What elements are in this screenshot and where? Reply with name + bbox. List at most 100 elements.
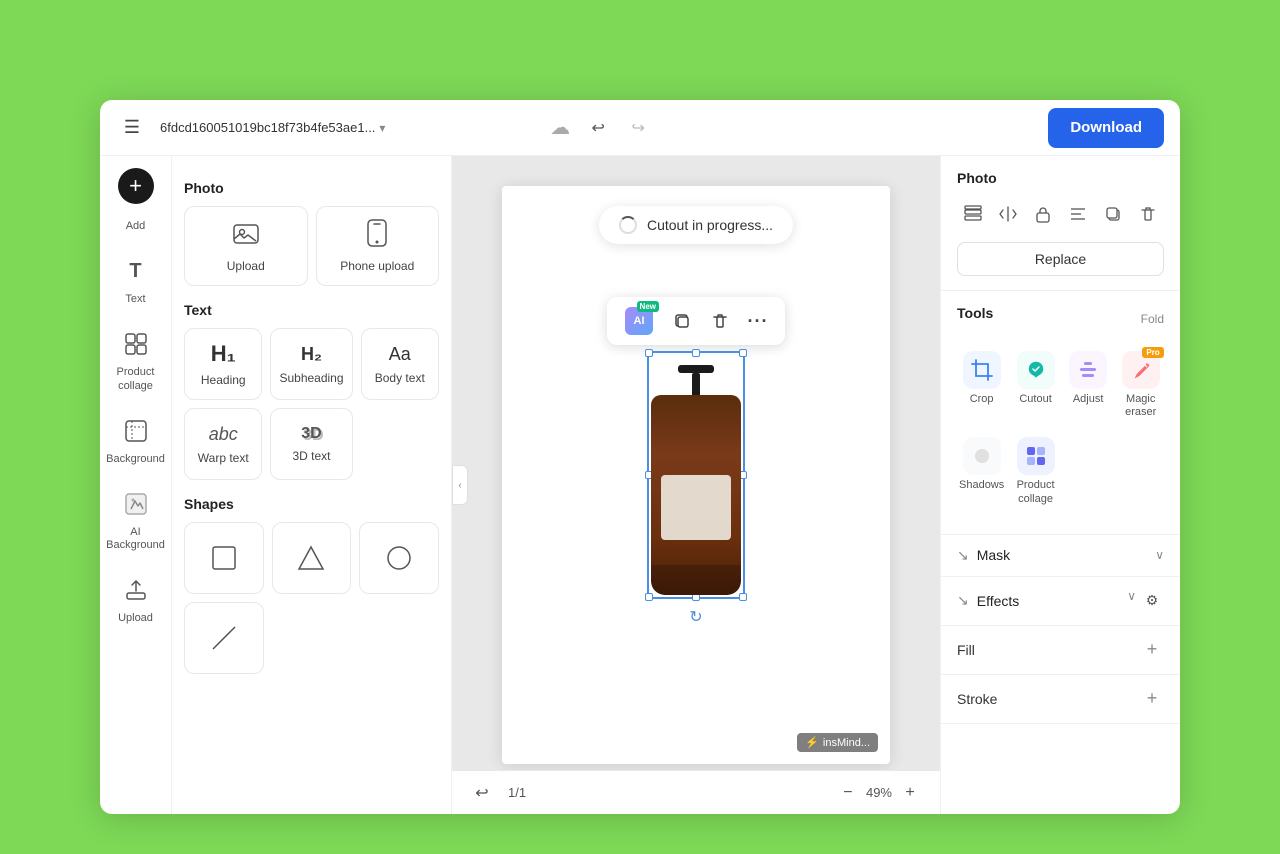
effects-settings-button[interactable]: ⚙: [1140, 589, 1164, 613]
pro-badge: Pro: [1142, 347, 1163, 358]
adjust-tool[interactable]: Adjust: [1065, 345, 1112, 425]
rect-shape-item[interactable]: [184, 522, 264, 594]
photo-section-title: Photo: [184, 180, 439, 196]
body-text-item[interactable]: Aa Body text: [361, 328, 439, 400]
subheading-icon: H₂: [301, 344, 322, 365]
delete-icon-button[interactable]: [1133, 198, 1164, 230]
zoom-out-button[interactable]: −: [834, 779, 862, 807]
background-label: Background: [106, 453, 165, 466]
add-button[interactable]: +: [118, 168, 154, 204]
fill-label: Fill: [957, 642, 975, 658]
sidebar-item-product-collage[interactable]: Product collage: [106, 318, 166, 400]
circle-shape-item[interactable]: [359, 522, 439, 594]
shadows-tool-icon: [963, 437, 1001, 475]
rotate-handle[interactable]: ↻: [689, 607, 702, 627]
page-indicator: 1/1: [508, 785, 526, 800]
canvas-undo-button[interactable]: ↩: [468, 779, 496, 807]
effects-icons: ∨ ⚙: [1127, 589, 1164, 613]
right-sidebar: Photo: [940, 156, 1180, 814]
upload-photo-label: Upload: [227, 259, 265, 273]
ai-background-icon: [118, 486, 154, 522]
right-tools-section: Tools Fold Crop: [941, 291, 1180, 535]
upload-label: Upload: [118, 612, 153, 625]
product-collage-label: Product collage: [112, 366, 160, 392]
title-text: 6fdcd160051019bc18f73b4fe53ae1...: [160, 120, 375, 135]
tools-header: Tools Fold: [957, 305, 1164, 333]
canvas-bottom-bar: ↩ 1/1 − 49% +: [452, 770, 940, 814]
collapse-panel-button[interactable]: ‹: [452, 465, 468, 505]
cutout-progress-text: Cutout in progress...: [647, 217, 773, 233]
upload-item[interactable]: Upload: [184, 206, 308, 286]
flip-button[interactable]: [992, 198, 1023, 230]
upload-photo-icon: [232, 219, 260, 253]
sidebar-item-text[interactable]: T Text: [106, 245, 166, 314]
subheading-label: Subheading: [279, 371, 343, 385]
line-shape-icon: [210, 624, 238, 652]
mask-title: Mask: [977, 547, 1010, 563]
heading-item[interactable]: H₁ Heading: [184, 328, 262, 400]
stroke-add-button[interactable]: +: [1140, 687, 1164, 711]
left-panel: Photo Upload Phone upload Text: [172, 156, 452, 814]
sidebar-item-background[interactable]: Background: [106, 405, 166, 474]
warp-text-icon: abc: [209, 424, 238, 445]
canvas-inner[interactable]: AI New ···: [502, 186, 890, 764]
cloud-icon: ☁: [550, 115, 570, 140]
warp-text-label: Warp text: [198, 451, 249, 465]
ai-cutout-button[interactable]: AI New: [617, 303, 661, 339]
crop-tool-label: Crop: [970, 393, 994, 406]
more-options-button[interactable]: ···: [741, 304, 775, 338]
phone-upload-icon: [366, 219, 388, 253]
zoom-control: − 49% +: [834, 779, 924, 807]
redo-button[interactable]: ↪: [622, 112, 654, 144]
floating-toolbar: AI New ···: [607, 297, 785, 345]
sidebar-item-add-label[interactable]: Add: [106, 212, 166, 241]
layers-button[interactable]: [957, 198, 988, 230]
cutout-tool[interactable]: Cutout: [1012, 345, 1059, 425]
magic-eraser-tool[interactable]: Pro Magic eraser: [1117, 345, 1164, 425]
heading-label: Heading: [201, 373, 246, 387]
copy-button[interactable]: [1098, 198, 1129, 230]
effects-section[interactable]: ↘ Effects ∨ ⚙: [941, 577, 1180, 626]
menu-button[interactable]: ☰: [116, 112, 148, 144]
sidebar-item-upload[interactable]: Upload: [106, 564, 166, 633]
lock-button[interactable]: [1027, 198, 1058, 230]
adjust-tool-icon: [1069, 351, 1107, 389]
line-shape-item[interactable]: [184, 602, 264, 674]
3d-text-item[interactable]: 3D 3D text: [270, 408, 352, 480]
mask-left: ↘ Mask: [957, 547, 1010, 564]
text-sidebar-icon: T: [118, 253, 154, 289]
shadows-tool[interactable]: Shadows: [957, 431, 1006, 511]
duplicate-button[interactable]: [665, 304, 699, 338]
align-button[interactable]: [1063, 198, 1094, 230]
product-collage-tool[interactable]: Product collage: [1012, 431, 1059, 511]
cutout-progress-badge: Cutout in progress...: [599, 206, 793, 244]
ai-background-label: AI Background: [106, 526, 165, 552]
product-container[interactable]: AI New ···: [647, 351, 745, 599]
download-button[interactable]: Download: [1048, 108, 1164, 148]
delete-button[interactable]: [703, 304, 737, 338]
insmind-label: insMind...: [823, 737, 870, 749]
phone-upload-item[interactable]: Phone upload: [316, 206, 440, 286]
triangle-shape-item[interactable]: [272, 522, 352, 594]
photo-grid: Upload Phone upload: [184, 206, 439, 286]
background-icon: [118, 413, 154, 449]
fold-button[interactable]: Fold: [1141, 312, 1164, 326]
warp-text-item[interactable]: abc Warp text: [184, 408, 262, 480]
crop-tool[interactable]: Crop: [957, 345, 1006, 425]
mask-chevron-icon: ∨: [1155, 548, 1164, 562]
zoom-in-button[interactable]: +: [896, 779, 924, 807]
replace-button[interactable]: Replace: [957, 242, 1164, 276]
rect-shape-icon: [210, 544, 238, 572]
product-selection-box[interactable]: [647, 351, 745, 599]
undo-button[interactable]: ↩: [582, 112, 614, 144]
sidebar-item-ai-background[interactable]: AI Background: [106, 478, 166, 560]
fill-add-button[interactable]: +: [1140, 638, 1164, 662]
right-section-title: Photo: [957, 170, 1164, 186]
fill-row: Fill +: [941, 626, 1180, 675]
mask-section[interactable]: ↘ Mask ∨: [941, 535, 1180, 577]
document-title: 6fdcd160051019bc18f73b4fe53ae1... ▾: [160, 120, 530, 135]
subheading-item[interactable]: H₂ Subheading: [270, 328, 352, 400]
zoom-value: 49%: [866, 785, 892, 800]
cutout-tool-icon: [1017, 351, 1055, 389]
ai-icon: AI New: [625, 307, 653, 335]
